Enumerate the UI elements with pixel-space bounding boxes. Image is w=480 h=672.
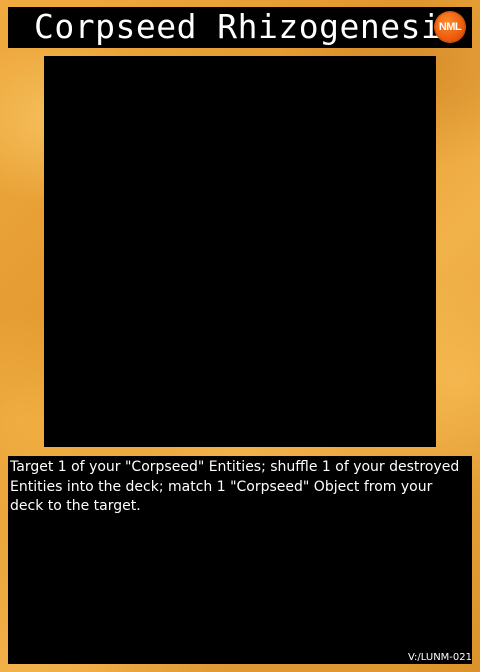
effect-text-box: Target 1 of your "Corpseed" Entities; sh…	[8, 456, 472, 664]
card: Corpseed Rhizogenesis NML Target 1 of yo…	[0, 0, 480, 672]
title-bar: Corpseed Rhizogenesis NML	[8, 7, 472, 48]
set-badge-label: NML	[438, 21, 462, 33]
set-badge-icon: NML	[435, 12, 465, 42]
card-title: Corpseed Rhizogenesis	[34, 7, 462, 46]
effect-text: Target 1 of your "Corpseed" Entities; sh…	[10, 459, 460, 514]
card-code: V:/LUNM-021	[408, 652, 472, 663]
card-art	[44, 56, 436, 447]
